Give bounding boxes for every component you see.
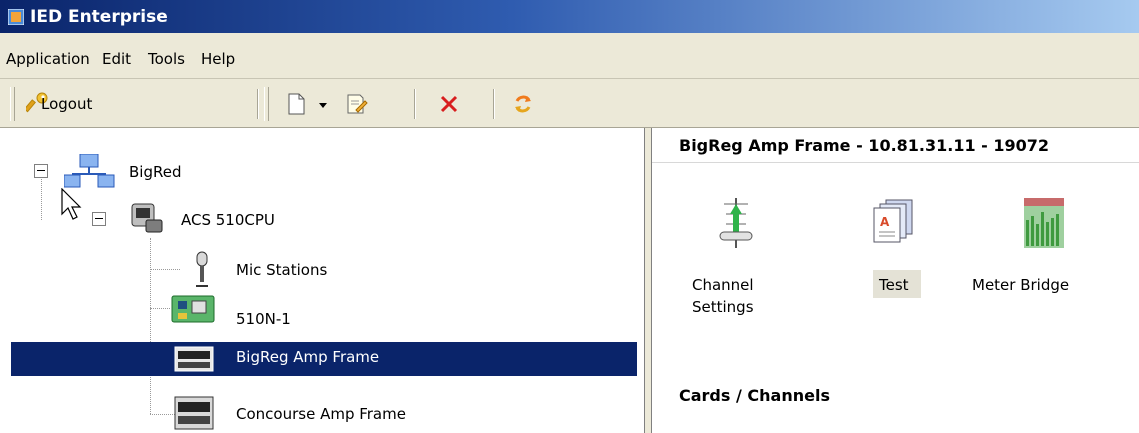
window-title: IED Enterprise	[30, 7, 168, 27]
delete-button[interactable]	[437, 89, 465, 119]
menu-edit[interactable]: Edit	[102, 50, 131, 68]
mouse-cursor-icon	[61, 188, 82, 220]
amp-frame-icon	[174, 396, 214, 430]
toolbar-grip[interactable]	[10, 87, 15, 121]
tree-connector	[150, 308, 170, 309]
edit-document-icon	[347, 94, 368, 114]
toolbar-separator	[257, 89, 258, 119]
meter-bridge-label: Meter Bridge	[972, 276, 1070, 294]
tree-connector	[150, 238, 151, 414]
new-document-icon	[288, 93, 305, 115]
menu-application[interactable]: Application	[6, 50, 90, 68]
tree-item[interactable]: Mic Stations	[236, 261, 327, 279]
slider-settings-icon	[719, 198, 753, 248]
tree-connector	[150, 414, 175, 415]
circuit-card-icon	[171, 295, 215, 323]
meter-bridge-icon	[1024, 198, 1064, 248]
tree-connector	[150, 269, 180, 270]
chevron-down-icon	[319, 103, 327, 108]
tree-item-selected[interactable]: BigReg Amp Frame	[11, 342, 637, 376]
collapse-toggle[interactable]	[34, 164, 48, 178]
new-dropdown-button[interactable]	[318, 89, 332, 119]
app-icon	[8, 9, 24, 25]
toolbar: Logout	[0, 79, 1139, 128]
device-tree: BigRed ACS 510CPU Mic Stations 510N-1 Bi…	[0, 128, 645, 433]
tree-item[interactable]: 510N-1	[236, 310, 291, 328]
panel-title: BigReg Amp Frame - 10.81.31.11 - 19072	[679, 136, 1050, 155]
menu-help[interactable]: Help	[201, 50, 235, 68]
delete-x-icon	[440, 95, 458, 113]
test-action[interactable]: A Test	[860, 190, 930, 310]
network-icon	[64, 154, 115, 188]
tree-connector	[41, 177, 42, 220]
microphone-icon	[196, 251, 208, 287]
svg-text:A: A	[880, 215, 890, 229]
controller-icon	[131, 203, 163, 233]
menu-bar: Application Edit Tools Help	[0, 33, 1139, 79]
menu-tools[interactable]: Tools	[148, 50, 185, 68]
channel-settings-label-1: Channel	[692, 276, 754, 294]
refresh-button[interactable]	[511, 89, 539, 119]
amp-frame-icon	[174, 346, 214, 372]
channel-settings-action[interactable]: Channel Settings	[692, 190, 792, 330]
detail-panel: BigReg Amp Frame - 10.81.31.11 - 19072 C…	[651, 128, 1139, 433]
test-documents-icon: A	[873, 199, 913, 243]
refresh-icon	[515, 95, 531, 113]
test-label: Test	[879, 276, 909, 294]
toolbar-separator	[493, 89, 494, 119]
logout-label: Logout	[41, 95, 93, 113]
toolbar-grip[interactable]	[264, 87, 269, 121]
edit-document-button[interactable]	[344, 89, 372, 119]
toolbar-separator	[414, 89, 415, 119]
collapse-toggle[interactable]	[92, 212, 106, 226]
meter-bridge-action[interactable]: Meter Bridge	[972, 190, 1102, 310]
new-document-button[interactable]	[284, 89, 312, 119]
tree-item-label: BigReg Amp Frame	[236, 348, 380, 366]
cards-channels-header: Cards / Channels	[679, 386, 830, 405]
tree-node-root[interactable]: BigRed	[129, 163, 181, 181]
channel-settings-label-2: Settings	[692, 298, 754, 316]
title-bar: IED Enterprise	[0, 0, 1139, 33]
tree-item[interactable]: Concourse Amp Frame	[236, 405, 406, 423]
tree-node-controller[interactable]: ACS 510CPU	[181, 211, 275, 229]
